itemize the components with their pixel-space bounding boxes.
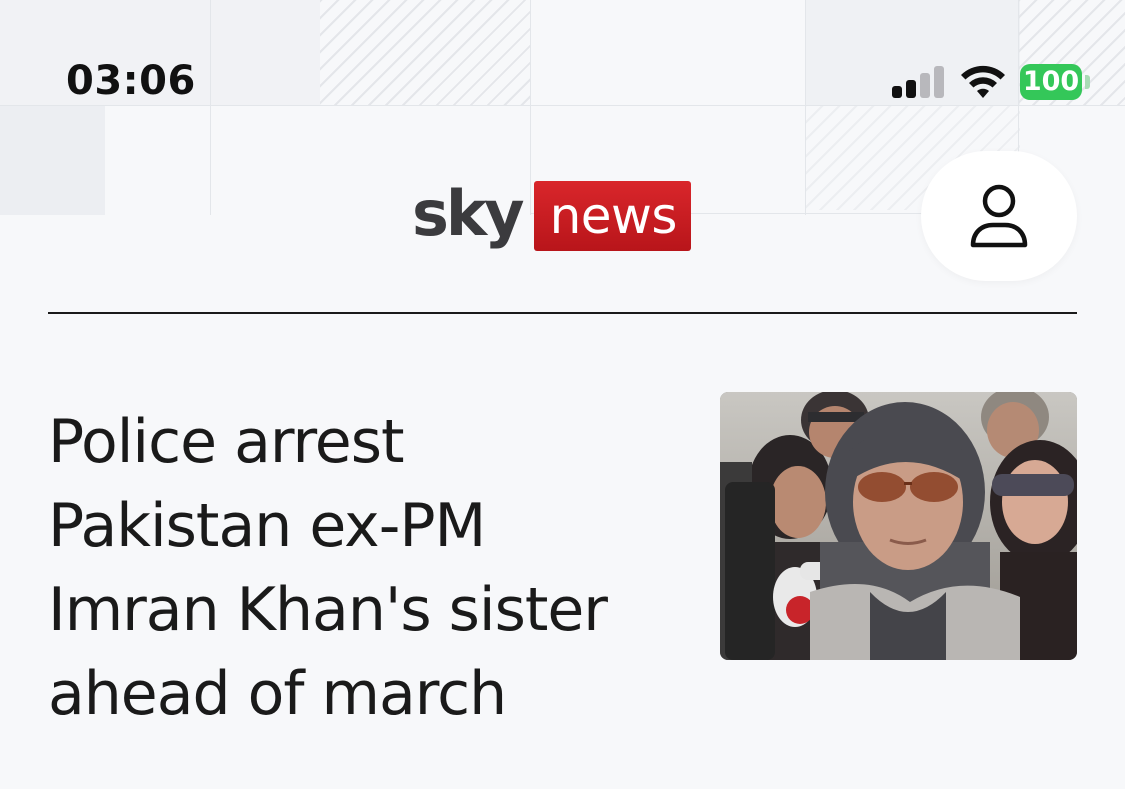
account-button[interactable] bbox=[921, 151, 1077, 281]
app-screen: 03:06 100 sky news Police arrest Pakista… bbox=[0, 0, 1125, 789]
person-icon bbox=[970, 184, 1028, 248]
signal-bar bbox=[934, 66, 944, 98]
background-gridline bbox=[210, 0, 211, 215]
logo-news-text: news bbox=[533, 181, 691, 251]
signal-bar bbox=[906, 80, 916, 98]
cellular-signal-icon bbox=[892, 66, 946, 98]
headline-line: Police arrest bbox=[48, 407, 405, 477]
background-tile bbox=[0, 105, 105, 215]
background-hatch bbox=[320, 0, 530, 105]
background-gridline bbox=[805, 0, 806, 215]
signal-bar bbox=[892, 86, 902, 98]
status-time: 03:06 bbox=[66, 58, 196, 104]
signal-bar bbox=[920, 73, 930, 98]
sky-news-logo[interactable]: sky news bbox=[412, 177, 691, 252]
article-headline[interactable]: Police arrest Pakistan ex-PM Imran Khan'… bbox=[48, 400, 688, 736]
headline-line: Imran Khan's sister bbox=[48, 575, 608, 645]
wifi-icon bbox=[961, 65, 1005, 98]
logo-sky-text: sky bbox=[412, 177, 525, 250]
headline-line: ahead of march bbox=[48, 659, 507, 729]
headline-line: Pakistan ex-PM bbox=[48, 491, 486, 561]
battery-indicator: 100 bbox=[1020, 64, 1082, 100]
background-gridline bbox=[0, 105, 1125, 106]
battery-tip bbox=[1085, 75, 1090, 89]
article-thumbnail[interactable] bbox=[720, 392, 1077, 660]
header-divider bbox=[48, 312, 1077, 314]
article-photo bbox=[720, 392, 1077, 660]
